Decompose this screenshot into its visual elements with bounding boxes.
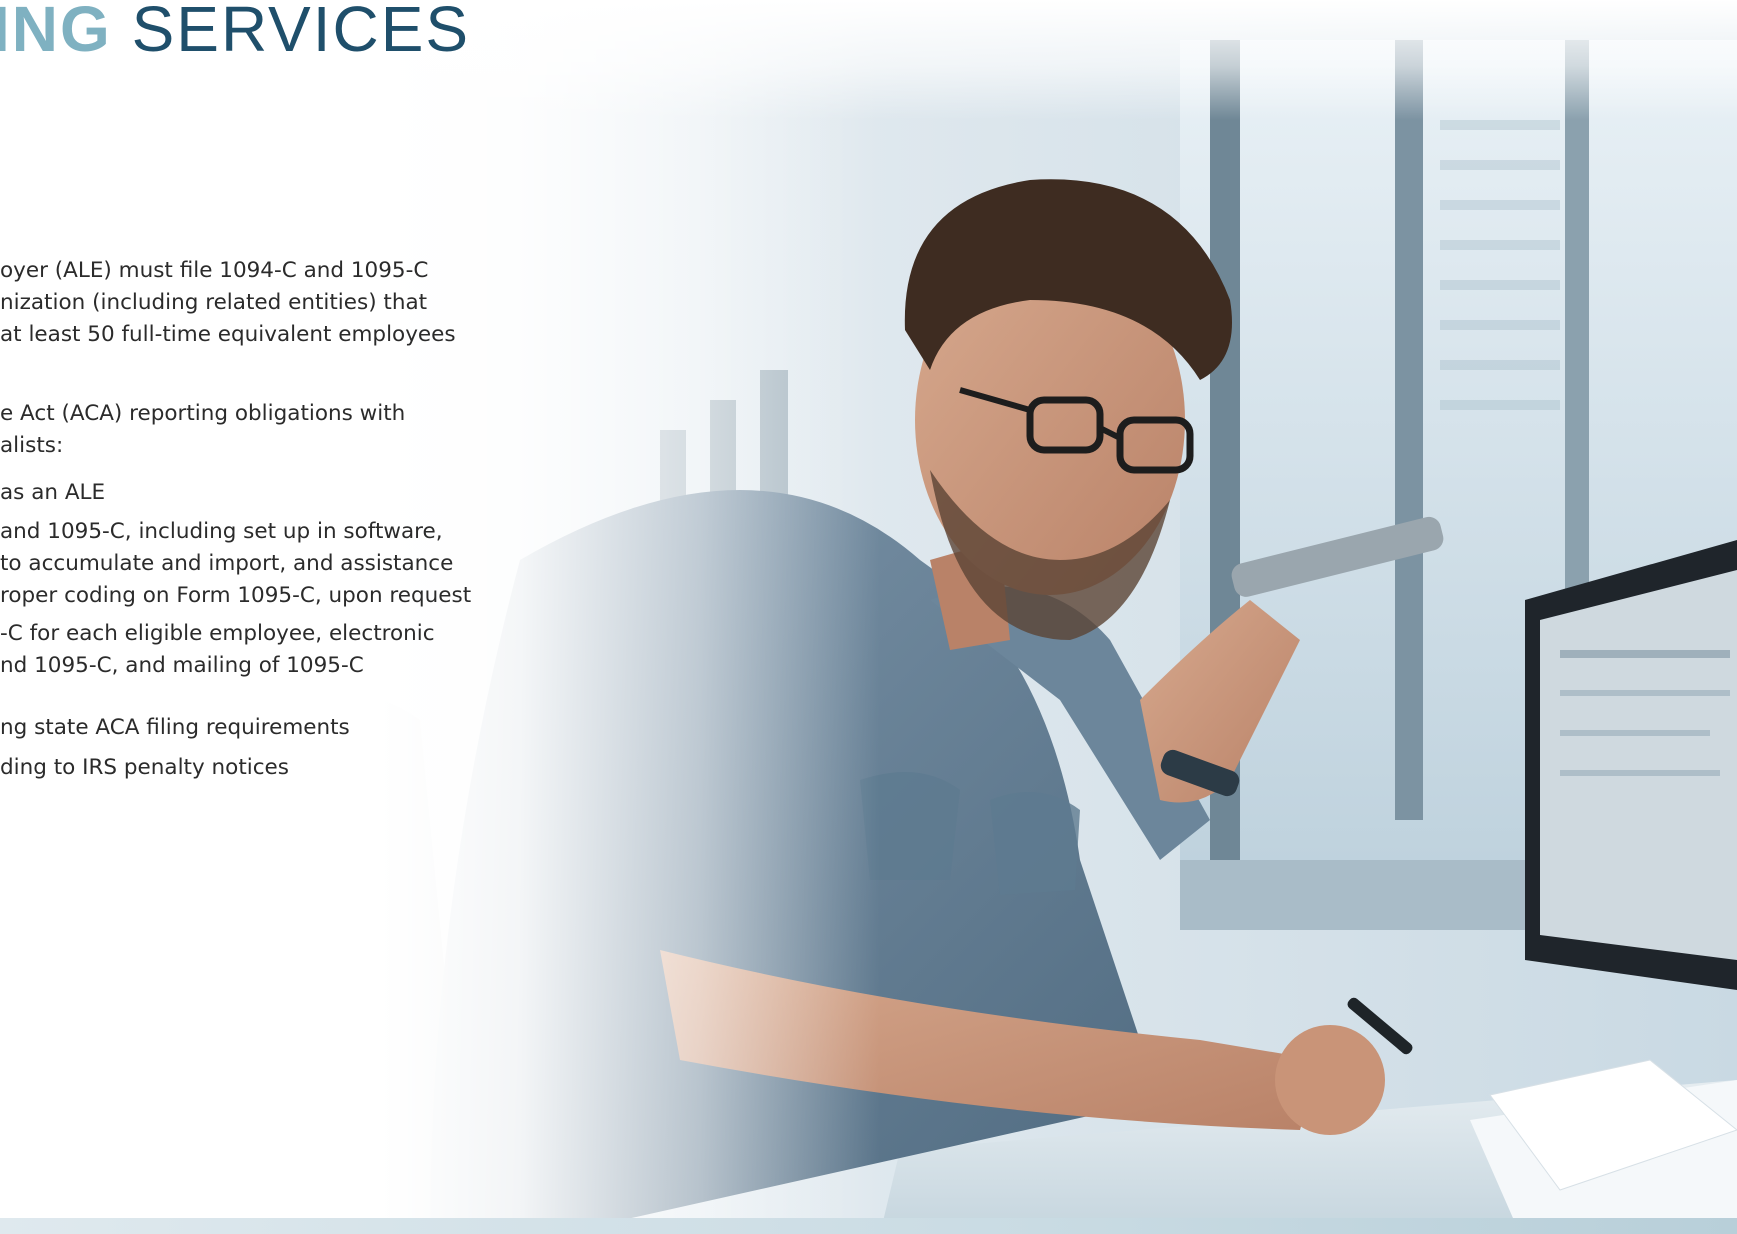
bottom-band [0, 1218, 1737, 1234]
heading-accent: ING [0, 0, 112, 65]
services-list-item: and 1095-C, including set up in software… [0, 516, 471, 612]
services-list-item: ding to IRS penalty notices [0, 752, 289, 784]
intro-line: nization (including related entities) th… [0, 290, 428, 315]
service-line: -C for each eligible employee, electroni… [0, 621, 435, 646]
lead-paragraph: e Act (ACA) reporting obligations with a… [0, 398, 405, 462]
services-list-item: -C for each eligible employee, electroni… [0, 618, 435, 682]
intro-line: oyer (ALE) must file 1094-C and 1095-C [0, 258, 429, 283]
service-line: as an ALE [0, 480, 106, 505]
service-line: and 1095-C, including set up in software… [0, 519, 443, 544]
services-list-item: as an ALE [0, 477, 105, 509]
lead-line: alists: [0, 433, 64, 458]
service-line: nd 1095-C, and mailing of 1095-C [0, 653, 364, 678]
service-line: to accumulate and import, and assistance [0, 551, 454, 576]
page-heading: ING SERVICES [0, 0, 470, 64]
services-list-item: ng state ACA filing requirements [0, 712, 350, 744]
heading-main: SERVICES [131, 0, 471, 65]
lead-line: e Act (ACA) reporting obligations with [0, 401, 406, 426]
service-line: roper coding on Form 1095-C, upon reques… [0, 583, 472, 608]
page: ING SERVICES oyer (ALE) must file 1094-C… [0, 0, 1737, 1234]
service-line: ding to IRS penalty notices [0, 755, 289, 780]
intro-paragraph: oyer (ALE) must file 1094-C and 1095-C n… [0, 255, 456, 351]
service-line: ng state ACA filing requirements [0, 715, 350, 740]
hero-photo-illustration [0, 0, 1737, 1234]
intro-line: at least 50 full-time equivalent employe… [0, 322, 456, 347]
hero-photo [0, 0, 1737, 1234]
